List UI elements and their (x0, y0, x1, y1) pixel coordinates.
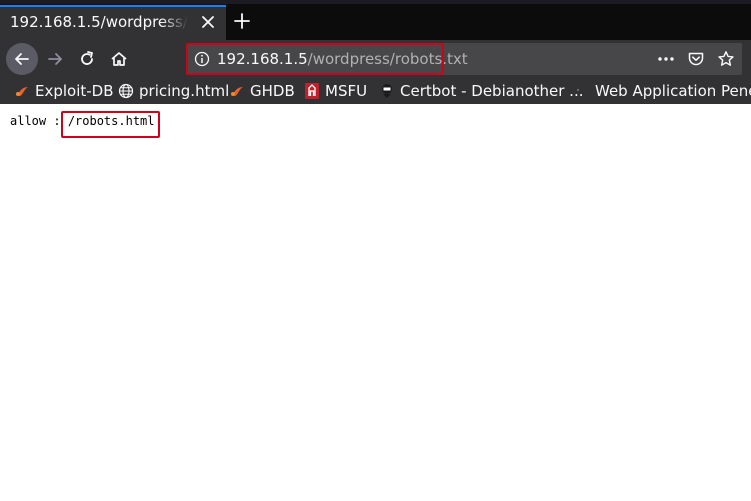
close-tab-icon[interactable] (200, 14, 216, 30)
page-content: allow : /robots.html (0, 104, 751, 501)
home-button[interactable] (104, 44, 134, 74)
reload-icon (81, 51, 93, 65)
home-icon (111, 52, 127, 66)
back-button[interactable] (6, 43, 38, 75)
globe-icon (118, 83, 134, 99)
bookmark-star-icon[interactable] (716, 49, 736, 69)
ghdb-icon (229, 83, 245, 99)
bookmark-label: GHDB (250, 82, 295, 100)
tab-strip-top (0, 0, 751, 4)
forward-button[interactable] (40, 44, 70, 74)
robots-value-highlight-box (61, 111, 160, 138)
bookmark-web-app-pentest[interactable]: Web Application Penet... (574, 81, 751, 101)
bookmark-msfu[interactable]: MSFU (304, 81, 367, 101)
bookmark-label: Web Application Penet... (595, 82, 751, 100)
bookmark-pricing[interactable]: pricing.html (118, 81, 229, 101)
bookmark-icon (574, 83, 590, 99)
tab-strip: 192.168.1.5/wordpress/robots.txt (0, 0, 751, 40)
back-arrow-icon (15, 53, 29, 65)
exploit-db-icon (14, 83, 30, 99)
navigation-toolbar: 192.168.1.5/wordpress/robots.txt (0, 40, 751, 78)
bookmark-certbot[interactable]: Certbot - Debianother ... (379, 81, 583, 101)
bookmarks-toolbar: Exploit-DB pricing.html GHDB MSFU Certbo… (0, 78, 751, 105)
reload-button[interactable] (72, 44, 102, 74)
certbot-icon (379, 83, 395, 99)
bookmark-label: Certbot - Debianother ... (400, 82, 584, 100)
msfu-icon (304, 83, 320, 99)
bookmark-exploit-db[interactable]: Exploit-DB (14, 81, 114, 101)
tab-active[interactable]: 192.168.1.5/wordpress/robots.txt (0, 5, 226, 40)
robots-key: allow (10, 114, 47, 128)
url-actions (656, 49, 736, 69)
new-tab-icon[interactable] (232, 11, 252, 31)
bookmark-ghdb[interactable]: GHDB (229, 81, 295, 101)
tab-title: 192.168.1.5/wordpress/robots.txt (10, 13, 188, 31)
bookmark-label: Exploit-DB (35, 82, 114, 100)
forward-arrow-icon (48, 53, 62, 65)
url-highlight-box (186, 43, 444, 75)
bookmark-label: MSFU (325, 82, 368, 100)
page-actions-icon[interactable] (656, 49, 676, 69)
pocket-icon[interactable] (686, 49, 706, 69)
bookmark-label: pricing.html (139, 82, 230, 100)
